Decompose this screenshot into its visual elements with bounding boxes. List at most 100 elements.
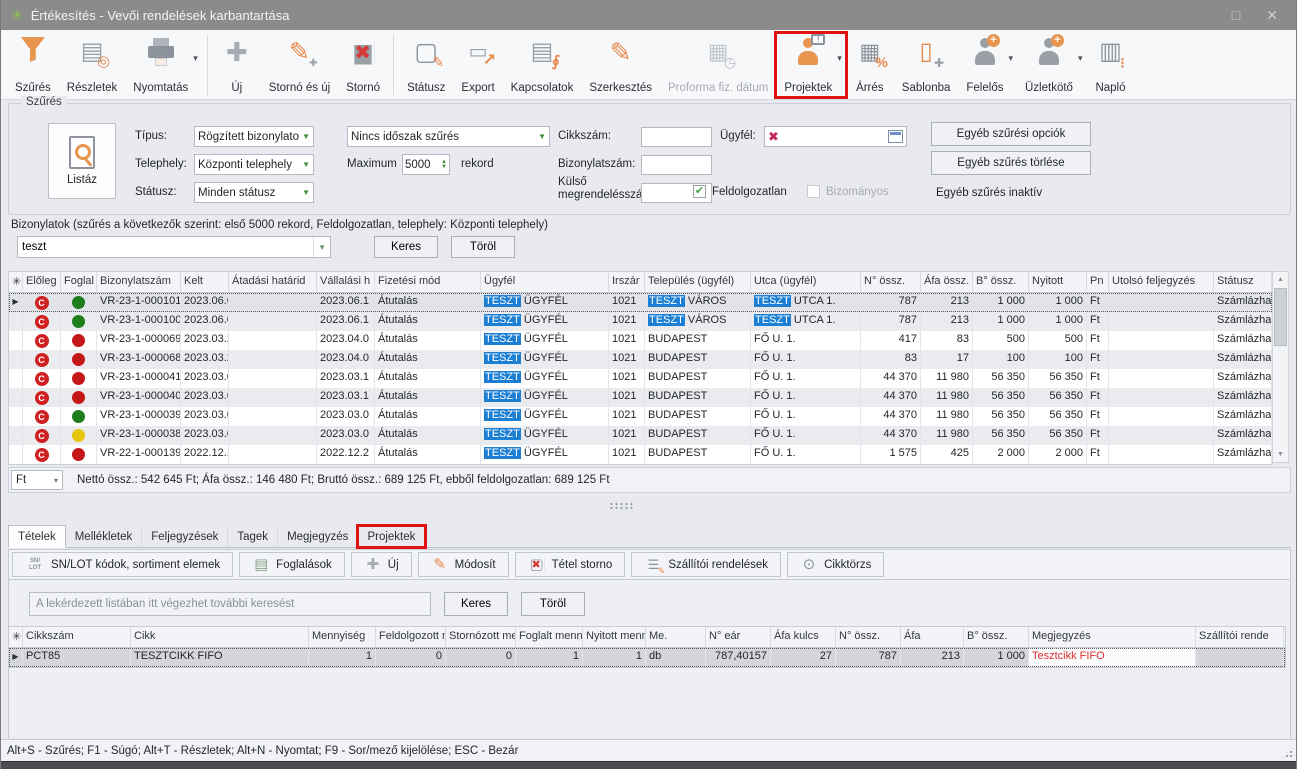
column-header-afa[interactable]: Áfa <box>901 627 964 647</box>
scroll-up-icon[interactable]: ▲ <box>1273 272 1288 287</box>
resize-grip-icon[interactable] <box>1281 746 1294 759</box>
column-header-kelt[interactable]: Kelt <box>181 272 229 292</box>
column-header-ind[interactable]: ✳ <box>9 272 23 292</box>
table-row[interactable]: CVR-23-1-0001002023.06.02023.06.1Átutalá… <box>9 312 1272 331</box>
tab-megjegyzes[interactable]: Megjegyzés <box>278 526 358 547</box>
type-combobox[interactable]: Rögzített bizonylatok ▼ <box>194 126 314 147</box>
toolbar-button-szerkesztes[interactable]: ✎Szerkesztés <box>581 33 660 97</box>
column-header-nossz[interactable]: N° össz. <box>861 272 921 292</box>
toolbar-button-uj[interactable]: ✚Új <box>213 33 261 97</box>
dropdown-arrow-icon[interactable]: ▾ <box>193 53 198 64</box>
table-row[interactable]: CVR-23-1-0000692023.03.22023.04.0Átutalá… <box>9 331 1272 350</box>
column-header-bizonylatszam[interactable]: Bizonylatszám <box>97 272 181 292</box>
detail-button-modosit[interactable]: ✎Módosít <box>418 552 509 577</box>
table-row[interactable]: CVR-23-1-0000382023.03.02023.03.0Átutalá… <box>9 426 1272 445</box>
tab-tetelek[interactable]: Tételek <box>8 525 66 548</box>
pane-splitter[interactable] <box>1 493 1296 520</box>
column-header-vallalasi[interactable]: Vállalási h <box>317 272 375 292</box>
column-header-cikk[interactable]: Cikk <box>131 627 309 647</box>
column-header-bossz[interactable]: B° össz. <box>973 272 1029 292</box>
tab-tagek[interactable]: Tagek <box>228 526 278 547</box>
splitter-grip-icon[interactable] <box>609 502 633 510</box>
column-header-bossz[interactable]: B° össz. <box>964 627 1029 647</box>
clear-icon[interactable]: ✖ <box>768 130 779 143</box>
toolbar-button-projektek[interactable]: !Projektek▾ <box>776 33 845 97</box>
item-number-input[interactable] <box>641 127 712 147</box>
column-header-afa[interactable]: Áfa össz. <box>921 272 973 292</box>
toolbar-button-szures[interactable]: Szűrés <box>7 33 59 97</box>
maximize-button[interactable]: □ <box>1232 7 1240 24</box>
toolbar-button-sablonba[interactable]: ▯✚Sablonba <box>894 33 959 97</box>
site-combobox[interactable]: Központi telephely ▼ <box>194 154 314 175</box>
column-header-nyitott[interactable]: Nyitott menny <box>583 627 646 647</box>
document-number-input[interactable] <box>641 155 712 175</box>
period-combobox[interactable]: Nincs időszak szűrés ▼ <box>347 126 550 147</box>
detail-button-cikktorzs[interactable]: ⊙Cikktörzs <box>787 552 884 577</box>
column-header-statusz[interactable]: Státusz <box>1214 272 1272 292</box>
table-row[interactable]: CVR-23-1-0000412023.03.02023.03.1Átutalá… <box>9 369 1272 388</box>
table-row[interactable]: ▶PCT85TESZTCIKK FIFO10011db787,401572778… <box>9 648 1285 667</box>
detail-button-szallitoi-rendelesek[interactable]: ☰✎Szállítói rendelések <box>631 552 781 577</box>
table-row[interactable]: CVR-23-1-0000682023.03.22023.04.0Átutalá… <box>9 350 1272 369</box>
currency-combobox[interactable]: Ft ▾ <box>11 470 63 490</box>
column-header-atadasi[interactable]: Átadási határid <box>229 272 317 292</box>
column-header-mennyiseg[interactable]: Mennyiség <box>309 627 376 647</box>
dropdown-arrow-icon[interactable]: ▾ <box>837 53 842 64</box>
column-header-cikkszam[interactable]: Cikkszám <box>23 627 131 647</box>
column-header-nyitott[interactable]: Nyitott <box>1029 272 1087 292</box>
column-header-near[interactable]: N° eár <box>706 627 771 647</box>
other-filter-clear-button[interactable]: Egyéb szűrés törlése <box>931 151 1091 175</box>
column-header-szallitoi[interactable]: Szállítói rende <box>1196 627 1284 647</box>
table-row[interactable]: CVR-23-1-0000392023.03.02023.03.0Átutalá… <box>9 407 1272 426</box>
unprocessed-checkbox[interactable]: ✔ <box>693 185 706 198</box>
other-filter-options-button[interactable]: Egyéb szűrési opciók <box>931 122 1091 146</box>
column-header-megjegyzes[interactable]: Megjegyzés <box>1029 627 1196 647</box>
documents-clear-button[interactable]: Töröl <box>451 236 515 258</box>
dropdown-arrow-icon[interactable]: ▾ <box>1008 53 1013 64</box>
column-header-stornozott[interactable]: Stornózott me <box>446 627 516 647</box>
column-header-nossz[interactable]: N° össz. <box>836 627 901 647</box>
lookup-icon[interactable] <box>888 130 903 143</box>
toolbar-button-naplo[interactable]: ▥⋮Napló <box>1086 33 1134 97</box>
tab-feljegyzesek[interactable]: Feljegyzések <box>142 526 228 547</box>
column-header-foglalt[interactable]: Foglalt menny <box>516 627 583 647</box>
column-header-fizetesi[interactable]: Fizetési mód <box>375 272 481 292</box>
detail-clear-button[interactable]: Töröl <box>521 592 585 616</box>
documents-search-button[interactable]: Keres <box>374 236 438 258</box>
list-button[interactable]: Listáz <box>48 123 116 199</box>
dropdown-arrow-icon[interactable]: ▾ <box>1078 53 1083 64</box>
toolbar-button-nyomtatas[interactable]: Nyomtatás▾ <box>125 33 202 97</box>
detail-button-tetel-storno[interactable]: ▢✖Tétel storno <box>515 552 626 577</box>
scrollbar-thumb[interactable] <box>1274 288 1287 346</box>
column-header-irszam[interactable]: Irszár <box>609 272 645 292</box>
vertical-scrollbar[interactable]: ▲ ▼ <box>1272 271 1289 463</box>
table-row[interactable]: CVR-23-1-0000402023.03.02023.03.1Átutalá… <box>9 388 1272 407</box>
toolbar-button-storno[interactable]: ▆✖Stornó <box>338 33 388 97</box>
column-header-afakulcs[interactable]: Áfa kulcs <box>771 627 836 647</box>
toolbar-button-statusz[interactable]: ▢✎Státusz <box>399 33 453 97</box>
max-records-stepper[interactable]: 5000 ▲▼ <box>402 154 450 175</box>
stepper-arrows-icon[interactable]: ▲▼ <box>441 160 447 170</box>
consignment-checkbox[interactable] <box>807 185 820 198</box>
column-header-telepules[interactable]: Település (ügyfél) <box>645 272 751 292</box>
column-header-me[interactable]: Me. <box>646 627 706 647</box>
detail-button-sn-lot-kodok-sortiment-elemek[interactable]: SN/ LOTSN/LOT kódok, sortiment elemek <box>12 552 233 577</box>
documents-search-input[interactable] <box>18 241 313 253</box>
column-header-ind[interactable]: ✳ <box>9 627 23 647</box>
toolbar-button-storno-es-uj[interactable]: ✎✚Stornó és új <box>261 33 338 97</box>
column-header-eloleg[interactable]: Előleg <box>23 272 61 292</box>
close-button[interactable]: ✕ <box>1266 7 1278 24</box>
documents-search-combobox[interactable]: ▼ <box>17 236 331 258</box>
scroll-down-icon[interactable]: ▼ <box>1273 447 1288 462</box>
toolbar-button-felelos[interactable]: +Felelős▾ <box>958 33 1017 97</box>
column-header-feldolgozott[interactable]: Feldolgozott m <box>376 627 446 647</box>
detail-search-button[interactable]: Keres <box>444 592 508 616</box>
detail-button-uj[interactable]: ✚Új <box>351 552 412 577</box>
column-header-utolso[interactable]: Utolsó feljegyzés <box>1109 272 1214 292</box>
toolbar-button-arres[interactable]: ▦%Árrés <box>846 33 894 97</box>
customer-lookup-field[interactable]: ✖ <box>764 126 907 147</box>
status-combobox[interactable]: Minden státusz ▼ <box>194 182 314 203</box>
toolbar-button-uzletkoto[interactable]: +Üzletkötő▾ <box>1017 33 1086 97</box>
tab-mellekletek[interactable]: Mellékletek <box>66 526 143 547</box>
column-header-utca[interactable]: Utca (ügyfél) <box>751 272 861 292</box>
